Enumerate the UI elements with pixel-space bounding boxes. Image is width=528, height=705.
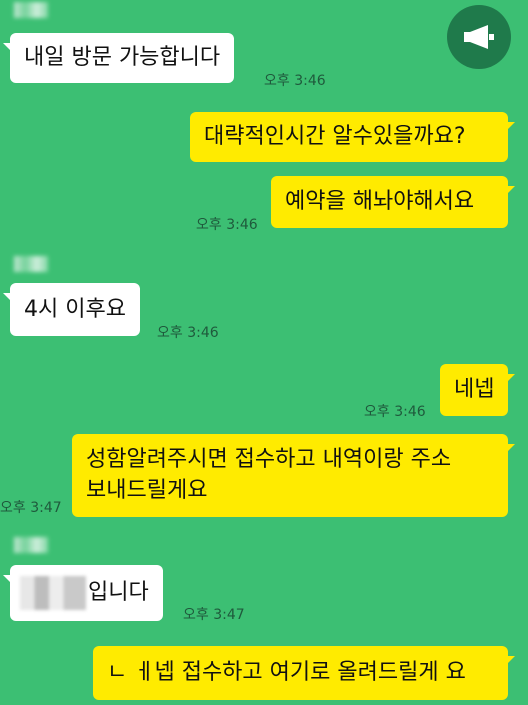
message-text: 입니다 [88,580,149,605]
megaphone-icon [464,25,494,49]
message-text: 4시 이후요 [24,297,126,322]
avatar[interactable] [14,537,48,553]
message-time: 오후 3:46 [196,217,258,233]
message-time: 오후 3:47 [183,607,245,623]
message-text-line: 성함알려주시면 접수하고 내역이랑 주소 [86,447,452,472]
message-time: 오후 3:46 [157,325,219,341]
message-bubble[interactable]: 예약을 해놔야해서요 [271,176,515,228]
message-bubble[interactable]: 네넵 [440,364,515,416]
message-time: 오후 3:47 [0,500,62,516]
message-bubble[interactable]: ㄴ ㅔ넵 접수하고 여기로 올려드릴게 요 [93,646,515,700]
avatar[interactable] [14,2,48,18]
message-bubble[interactable]: 4시 이후요 [3,283,140,336]
message-time: 오후 3:46 [264,73,326,89]
message-bubble[interactable]: 대략적인시간 알수있을까요? [190,112,515,162]
avatar[interactable] [14,256,48,272]
message-bubble[interactable]: 내일 방문 가능합니다 [2,33,235,83]
message-text: 내일 방문 가능합니다 [24,45,221,70]
announcement-button[interactable] [447,5,511,69]
redacted-name [20,576,86,610]
message-text-line: 보내드릴게요 [86,478,208,503]
message-text: 대략적인시간 알수있을까요? [204,124,466,149]
message-bubble[interactable]: 성함알려주시면 접수하고 내역이랑 주소 보내드릴게요 [72,434,515,517]
message-text: 예약을 해놔야해서요 [285,189,475,214]
message-text: ㄴ ㅔ넵 접수하고 여기로 올려드릴게 요 [107,660,466,685]
message-text: 네넵 [454,377,495,402]
message-time: 오후 3:46 [364,404,426,420]
message-bubble[interactable]: 입니다 [3,565,163,621]
